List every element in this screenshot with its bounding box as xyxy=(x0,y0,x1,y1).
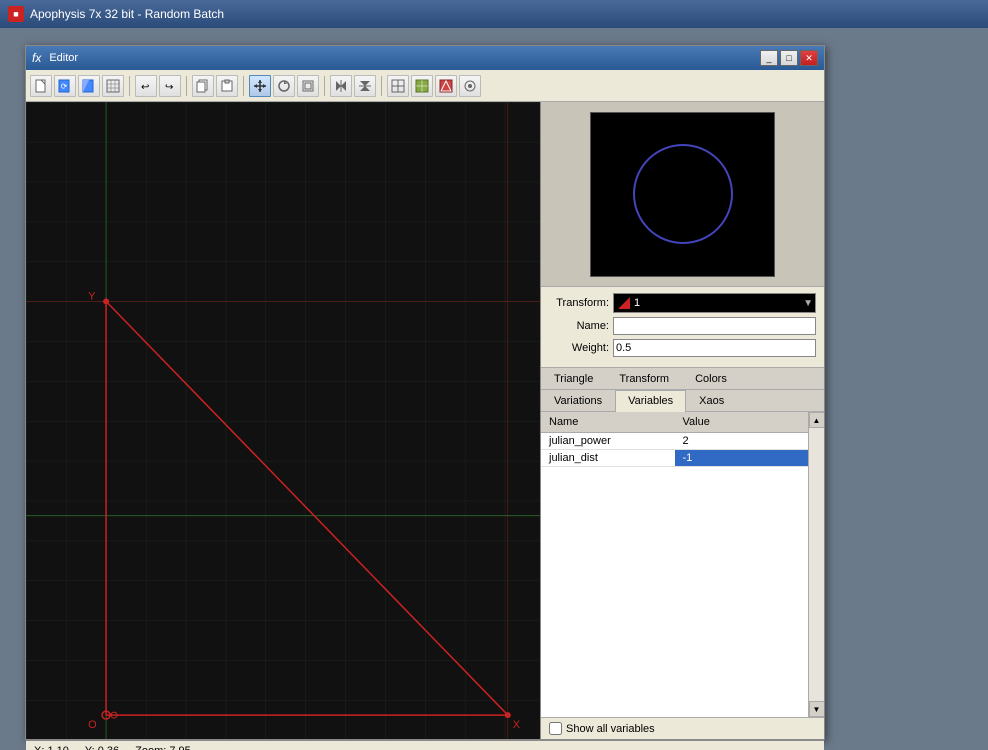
half-button[interactable] xyxy=(78,75,100,97)
tabs-row2: Variations Variables Xaos xyxy=(541,390,824,412)
app-icon: ■ xyxy=(8,6,24,22)
transform-value: 1 xyxy=(634,297,640,309)
cell-value-1: -1 xyxy=(675,450,809,466)
status-bar: X: 1.10 Y: 0.36 Zoom: 7.95 xyxy=(26,739,824,750)
tabs-row1: Triangle Transform Colors xyxy=(541,368,824,390)
svg-text:X: X xyxy=(513,719,521,731)
transform-select[interactable]: 1 ▼ xyxy=(613,293,816,313)
close-button[interactable]: ✕ xyxy=(800,50,818,66)
tab-triangle[interactable]: Triangle xyxy=(541,368,606,389)
table-row[interactable]: julian_dist -1 xyxy=(541,450,808,467)
sep4 xyxy=(324,76,325,96)
cell-name-1: julian_dist xyxy=(541,450,675,466)
minimize-button[interactable]: _ xyxy=(760,50,778,66)
paste-button[interactable] xyxy=(216,75,238,97)
grid-button[interactable] xyxy=(102,75,124,97)
view-button[interactable] xyxy=(411,75,433,97)
sep2 xyxy=(186,76,187,96)
new-button[interactable] xyxy=(30,75,52,97)
canvas-area[interactable]: Y O X xyxy=(26,102,541,739)
status-y: Y: 0.36 xyxy=(85,745,119,750)
svg-text:Y: Y xyxy=(88,290,96,302)
col-value: Value xyxy=(675,414,809,430)
view2-button[interactable] xyxy=(435,75,457,97)
editor-title: Editor xyxy=(49,52,78,64)
tab-xaos[interactable]: Xaos xyxy=(686,390,737,411)
editor-icon: fx xyxy=(32,51,41,65)
table-header: Name Value xyxy=(541,412,808,433)
copy-button[interactable] xyxy=(192,75,214,97)
move-button[interactable] xyxy=(249,75,271,97)
variables-section: Name Value julian_power 2 julian_dist xyxy=(541,412,824,739)
redo-button[interactable]: ↪ xyxy=(159,75,181,97)
undo-button[interactable]: ↩ xyxy=(135,75,157,97)
rotate-button[interactable] xyxy=(273,75,295,97)
grid2-button[interactable] xyxy=(387,75,409,97)
scroll-track xyxy=(809,428,824,701)
scrollbar: ▲ ▼ xyxy=(808,412,824,717)
name-input[interactable] xyxy=(613,317,816,335)
titlebar-buttons: _ □ ✕ xyxy=(760,50,818,66)
scroll-down-btn[interactable]: ▼ xyxy=(809,701,825,717)
sep3 xyxy=(243,76,244,96)
sep5 xyxy=(381,76,382,96)
toolbar: ⟳ ↩ xyxy=(26,70,824,102)
bg-app-title: Apophysis 7x 32 bit - Random Batch xyxy=(30,7,224,21)
editor-titlebar: fx Editor _ □ ✕ xyxy=(26,46,824,70)
table-container: Name Value julian_power 2 julian_dist xyxy=(541,412,824,717)
name-row: Name: xyxy=(549,317,816,335)
weight-label: Weight: xyxy=(549,342,609,354)
tab-variables[interactable]: Variables xyxy=(615,390,686,412)
dropdown-arrow: ▼ xyxy=(803,298,813,309)
flipv-button[interactable] xyxy=(354,75,376,97)
status-zoom: Zoom: 7.95 xyxy=(135,745,191,750)
svg-text:O: O xyxy=(88,719,97,731)
weight-row: Weight: 0.5 xyxy=(549,339,816,357)
refresh-button[interactable]: ⟳ xyxy=(54,75,76,97)
editor-window: fx Editor _ □ ✕ ⟳ xyxy=(25,45,825,740)
svg-text:↩: ↩ xyxy=(141,82,149,93)
preview-canvas xyxy=(590,112,775,277)
weight-input[interactable]: 0.5 xyxy=(613,339,816,357)
transform-section: Transform: 1 ▼ Name: xyxy=(541,287,824,368)
transform-icon xyxy=(618,297,630,309)
show-all-label: Show all variables xyxy=(566,723,655,735)
table-body: julian_power 2 julian_dist -1 xyxy=(541,433,808,717)
scale-button[interactable] xyxy=(297,75,319,97)
tab-transform[interactable]: Transform xyxy=(606,368,682,389)
right-panel: Transform: 1 ▼ Name: xyxy=(541,102,824,739)
bg-titlebar: ■ Apophysis 7x 32 bit - Random Batch xyxy=(0,0,988,28)
preview-circle xyxy=(633,144,733,244)
tab-colors[interactable]: Colors xyxy=(682,368,740,389)
svg-text:↪: ↪ xyxy=(165,82,173,93)
sep1 xyxy=(129,76,130,96)
cell-value-0: 2 xyxy=(675,433,809,449)
preview-area xyxy=(541,102,824,287)
show-all-row: Show all variables xyxy=(541,717,824,739)
dot-button[interactable] xyxy=(459,75,481,97)
tab-variations[interactable]: Variations xyxy=(541,390,615,411)
transform-row: Transform: 1 ▼ xyxy=(549,293,816,313)
scroll-up-btn[interactable]: ▲ xyxy=(809,412,825,428)
titlebar-left: fx Editor xyxy=(32,51,78,65)
main-content: Y O X xyxy=(26,102,824,739)
col-name: Name xyxy=(541,414,675,430)
maximize-button[interactable]: □ xyxy=(780,50,798,66)
status-x: X: 1.10 xyxy=(34,745,69,750)
table-row[interactable]: julian_power 2 xyxy=(541,433,808,450)
cell-name-0: julian_power xyxy=(541,433,675,449)
canvas-svg: Y O X xyxy=(26,102,540,739)
name-label: Name: xyxy=(549,320,609,332)
svg-text:⟳: ⟳ xyxy=(61,82,68,91)
table-inner: Name Value julian_power 2 julian_dist xyxy=(541,412,808,717)
show-all-checkbox[interactable] xyxy=(549,722,562,735)
fliph-button[interactable] xyxy=(330,75,352,97)
transform-label: Transform: xyxy=(549,297,609,309)
